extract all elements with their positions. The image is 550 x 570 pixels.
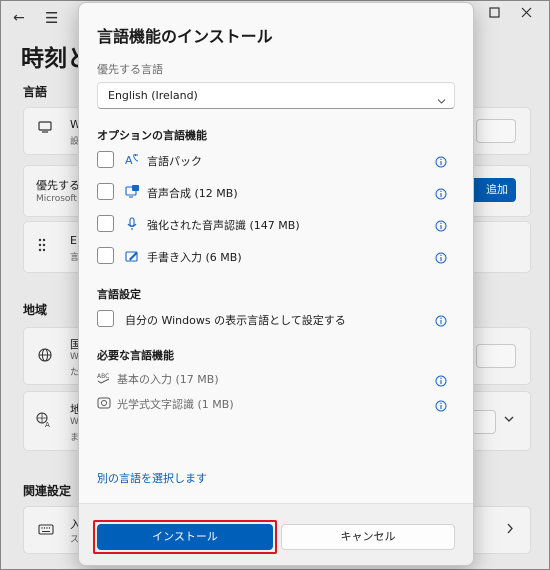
svg-text:A: A — [125, 154, 133, 167]
basic-typing-label: 基本の入力 (17 MB) — [117, 373, 219, 386]
info-icon[interactable] — [435, 249, 447, 264]
info-icon[interactable] — [435, 397, 447, 412]
microphone-icon — [125, 216, 139, 230]
install-button[interactable]: インストール — [97, 524, 273, 550]
language-select[interactable]: English (Ireland) — [97, 82, 455, 109]
info-icon[interactable] — [435, 217, 447, 232]
pen-icon — [125, 248, 139, 262]
svg-text:ABC: ABC — [97, 373, 109, 380]
language-pack-checkbox[interactable] — [97, 151, 114, 168]
dialog-title: 言語機能のインストール — [97, 27, 273, 46]
language-select-value: English (Ireland) — [108, 89, 198, 102]
text-to-speech-label: 音声合成 (12 MB) — [147, 187, 238, 200]
text-to-speech-icon — [125, 184, 139, 198]
language-settings-header: 言語設定 — [97, 288, 141, 301]
info-icon[interactable] — [435, 312, 447, 327]
install-language-features-dialog: 言語機能のインストール 優先する言語 English (Ireland) オプシ… — [78, 2, 474, 566]
set-display-language-label: 自分の Windows の表示言語として設定する — [125, 314, 346, 327]
preferred-language-label: 優先する言語 — [97, 63, 163, 76]
option-text-to-speech[interactable]: 音声合成 (12 MB) — [97, 183, 455, 203]
text-to-speech-checkbox[interactable] — [97, 183, 114, 200]
set-display-language-checkbox[interactable] — [97, 310, 114, 327]
ocr-icon — [97, 395, 111, 409]
info-icon[interactable] — [435, 372, 447, 387]
option-speech-recognition[interactable]: 強化された音声認識 (147 MB) — [97, 215, 455, 235]
speech-recognition-label: 強化された音声認識 (147 MB) — [147, 219, 300, 232]
option-set-display-language[interactable]: 自分の Windows の表示言語として設定する — [97, 310, 455, 330]
choose-other-language-link[interactable]: 別の言語を選択します — [97, 470, 207, 486]
option-language-pack[interactable]: A 言語パック — [97, 151, 455, 171]
required-basic-typing: ABC 基本の入力 (17 MB) — [97, 370, 455, 388]
language-pack-label: 言語パック — [147, 155, 202, 168]
ocr-label: 光学式文字認識 (1 MB) — [117, 398, 234, 411]
required-features-header: 必要な言語機能 — [97, 349, 174, 362]
cancel-button[interactable]: キャンセル — [281, 524, 455, 550]
handwriting-checkbox[interactable] — [97, 247, 114, 264]
abc-icon: ABC — [97, 370, 111, 384]
language-pack-icon: A — [125, 152, 139, 167]
chevron-down-icon — [437, 90, 446, 104]
handwriting-label: 手書き入力 (6 MB) — [147, 251, 242, 264]
option-handwriting[interactable]: 手書き入力 (6 MB) — [97, 247, 455, 267]
info-icon[interactable] — [435, 153, 447, 168]
info-icon[interactable] — [435, 185, 447, 200]
speech-recognition-checkbox[interactable] — [97, 215, 114, 232]
required-ocr: 光学式文字認識 (1 MB) — [97, 395, 455, 413]
dialog-footer: インストール キャンセル — [79, 503, 473, 565]
optional-features-header: オプションの言語機能 — [97, 129, 207, 142]
